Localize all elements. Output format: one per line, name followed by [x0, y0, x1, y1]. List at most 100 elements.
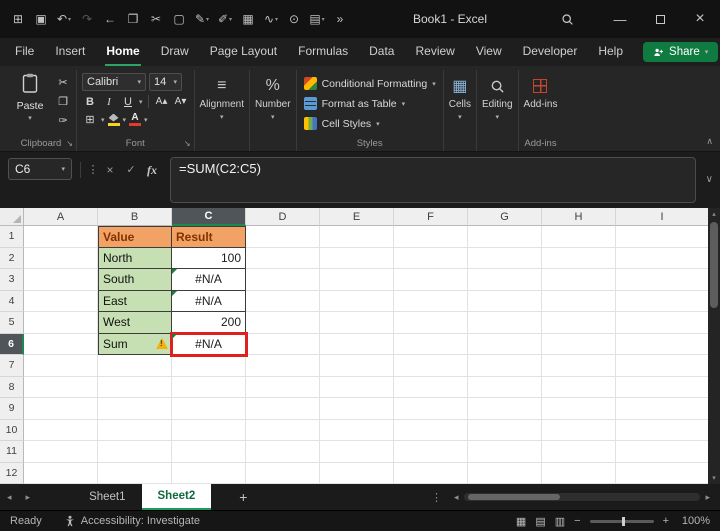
maximize-button[interactable]: [640, 0, 680, 38]
highlighter-icon[interactable]: ✐▾: [215, 6, 235, 32]
cell-E2[interactable]: [320, 248, 394, 270]
cell-I2[interactable]: [616, 248, 708, 270]
error-warning-icon[interactable]: [156, 338, 168, 349]
zoom-level[interactable]: 100%: [678, 515, 710, 527]
picture-icon[interactable]: ▢: [169, 6, 189, 32]
font-name-select[interactable]: Calibri▾: [82, 73, 146, 91]
column-header-D[interactable]: D: [246, 208, 320, 226]
cell-G1[interactable]: [468, 226, 542, 248]
cell-I5[interactable]: [616, 312, 708, 334]
scroll-down-icon[interactable]: ▾: [712, 472, 716, 484]
cell-F9[interactable]: [394, 398, 468, 420]
cancel-icon[interactable]: ×: [101, 163, 119, 177]
sheet-nav-right-icon[interactable]: ▸: [19, 492, 38, 503]
copy-button[interactable]: ❐: [55, 94, 71, 109]
cell-F3[interactable]: [394, 269, 468, 291]
cell-G4[interactable]: [468, 291, 542, 313]
apps-grid-icon[interactable]: ⊞: [8, 6, 28, 32]
cell-D11[interactable]: [246, 441, 320, 463]
cell-C2[interactable]: 100: [172, 248, 246, 270]
cell-D2[interactable]: [246, 248, 320, 270]
normal-view-button[interactable]: ▦: [516, 515, 526, 528]
tab-formulas[interactable]: Formulas: [297, 38, 349, 66]
ink-icon[interactable]: ∿▾: [261, 6, 281, 32]
cell-B11[interactable]: [98, 441, 172, 463]
cell-E9[interactable]: [320, 398, 394, 420]
cell-I9[interactable]: [616, 398, 708, 420]
cell-A12[interactable]: [24, 463, 98, 485]
tab-developer[interactable]: Developer: [522, 38, 579, 66]
cell-F7[interactable]: [394, 355, 468, 377]
cell-G9[interactable]: [468, 398, 542, 420]
cell-E8[interactable]: [320, 377, 394, 399]
cell-D5[interactable]: [246, 312, 320, 334]
draw-pen-icon[interactable]: ✎▾: [192, 6, 212, 32]
tab-file[interactable]: File: [14, 38, 35, 66]
cell-B3[interactable]: South: [98, 269, 172, 291]
cell-H8[interactable]: [542, 377, 616, 399]
format-painter-button[interactable]: ✑: [55, 113, 71, 128]
cell-E5[interactable]: [320, 312, 394, 334]
sheet-options-icon[interactable]: ⋮: [431, 491, 442, 504]
cell-F4[interactable]: [394, 291, 468, 313]
row-header-11[interactable]: 11: [0, 441, 24, 463]
cell-A1[interactable]: [24, 226, 98, 248]
accessibility-status[interactable]: Accessibility: Investigate: [64, 515, 200, 527]
cut-button[interactable]: ✂: [55, 75, 71, 90]
camera-icon[interactable]: ⊙: [284, 6, 304, 32]
row-header-2[interactable]: 2: [0, 248, 24, 270]
cell-B10[interactable]: [98, 420, 172, 442]
cell-B9[interactable]: [98, 398, 172, 420]
row-header-1[interactable]: 1: [0, 226, 24, 248]
column-header-A[interactable]: A: [24, 208, 98, 226]
cell-H2[interactable]: [542, 248, 616, 270]
page-setup-icon[interactable]: ▤▾: [307, 6, 327, 32]
cell-G2[interactable]: [468, 248, 542, 270]
number-button[interactable]: % Number ▾: [255, 70, 291, 121]
cell-I3[interactable]: [616, 269, 708, 291]
close-button[interactable]: ×: [680, 0, 720, 38]
sheet-tab-sheet2[interactable]: Sheet2: [142, 484, 212, 510]
cell-D7[interactable]: [246, 355, 320, 377]
cell-A3[interactable]: [24, 269, 98, 291]
cell-E6[interactable]: [320, 334, 394, 356]
row-header-6[interactable]: 6: [0, 334, 24, 356]
tab-data[interactable]: Data: [368, 38, 395, 66]
cut-icon[interactable]: ✂: [146, 6, 166, 32]
cell-G8[interactable]: [468, 377, 542, 399]
decrease-font-button[interactable]: A▾: [173, 94, 189, 109]
horizontal-scroll-thumb[interactable]: [468, 494, 560, 500]
cell-G5[interactable]: [468, 312, 542, 334]
cell-G3[interactable]: [468, 269, 542, 291]
cell-I11[interactable]: [616, 441, 708, 463]
row-header-10[interactable]: 10: [0, 420, 24, 442]
cell-B5[interactable]: West: [98, 312, 172, 334]
cell-F11[interactable]: [394, 441, 468, 463]
cell-A9[interactable]: [24, 398, 98, 420]
cell-C12[interactable]: [172, 463, 246, 485]
tab-page-layout[interactable]: Page Layout: [209, 38, 278, 66]
cell-H5[interactable]: [542, 312, 616, 334]
horizontal-scrollbar[interactable]: ◂ ▸: [454, 492, 710, 503]
row-header-8[interactable]: 8: [0, 377, 24, 399]
clipboard-dialog-launcher-icon[interactable]: ↘: [66, 139, 73, 148]
cell-C4[interactable]: #N/A: [172, 291, 246, 313]
copy-icon[interactable]: ❐: [123, 6, 143, 32]
cell-D12[interactable]: [246, 463, 320, 485]
save-icon[interactable]: ▣: [31, 6, 51, 32]
cell-G7[interactable]: [468, 355, 542, 377]
cells-button[interactable]: ▦ Cells ▾: [449, 70, 471, 121]
cell-C9[interactable]: [172, 398, 246, 420]
cell-H12[interactable]: [542, 463, 616, 485]
cell-G12[interactable]: [468, 463, 542, 485]
underline-button[interactable]: U: [120, 94, 136, 109]
cell-D9[interactable]: [246, 398, 320, 420]
cell-D8[interactable]: [246, 377, 320, 399]
formula-input[interactable]: =SUM(C2:C5): [170, 157, 696, 203]
new-sheet-button[interactable]: +: [239, 489, 247, 505]
cell-I8[interactable]: [616, 377, 708, 399]
cell-F1[interactable]: [394, 226, 468, 248]
cell-D3[interactable]: [246, 269, 320, 291]
more-commands-icon[interactable]: »: [330, 6, 350, 32]
row-header-7[interactable]: 7: [0, 355, 24, 377]
